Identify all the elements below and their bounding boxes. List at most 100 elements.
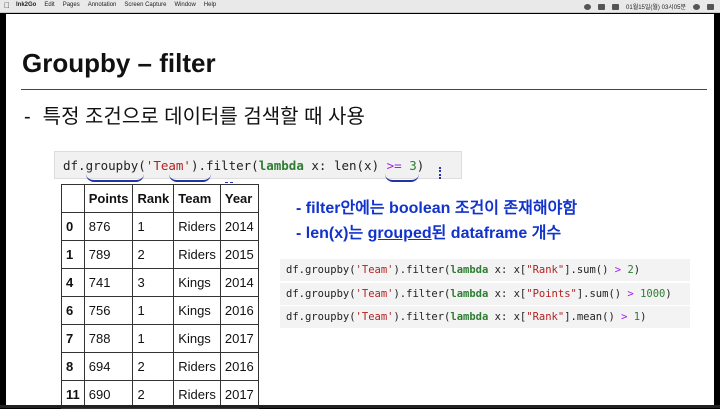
code-line: df.groupby('Team').filter(lambda x: x["P… (280, 283, 690, 305)
code-text: df.groupby( (63, 158, 146, 173)
code-operator: >= (386, 158, 402, 173)
table-cell: 2 (132, 240, 175, 269)
table-cell: 1 (132, 212, 175, 241)
table-cell: 741 (83, 268, 134, 297)
menu-bar:  Ink2Go Edit Pages Annotation Screen Ca… (0, 0, 720, 13)
menu-screen-capture[interactable]: Screen Capture (124, 2, 166, 8)
code-string: "Rank" (526, 264, 565, 276)
table-header-row: Points Rank Team Year (61, 184, 259, 213)
table-row: 0 876 1 Riders 2014 (61, 212, 259, 241)
code-text: ].sum() (576, 288, 628, 300)
menu-annotation[interactable]: Annotation (88, 2, 117, 8)
code-text: ].sum() (564, 264, 615, 276)
clock-text[interactable]: 01월15일(월) 03시05분 (626, 2, 686, 11)
pen-underline (169, 174, 211, 182)
table-cell: 694 (83, 352, 134, 381)
table-row: 6 756 1 Kings 2016 (61, 296, 259, 325)
annotation-note-1: - filter안에는 boolean 조건이 존재해야함 (296, 200, 578, 217)
table-cell: 789 (83, 240, 134, 269)
code-line: df.groupby('Team').filter(lambda x: x["R… (280, 306, 690, 328)
index-cell: 1 (61, 240, 85, 269)
search-icon[interactable] (693, 3, 700, 10)
table-cell: 788 (83, 324, 134, 353)
table-cell: 2016 (219, 352, 259, 381)
code-text: ].mean() (564, 311, 622, 323)
note2-underlined: grouped (367, 225, 432, 242)
table-cell: 3 (132, 268, 175, 297)
code-text: x: len(x) (303, 158, 387, 173)
table-cell: Kings (173, 296, 221, 325)
code-text: df.groupby( (286, 311, 356, 323)
code-keyword: lambda (258, 158, 304, 173)
code-text: ) (633, 264, 641, 276)
table-cell: Riders (173, 212, 221, 241)
code-text: ) (640, 311, 647, 323)
table-cell: 2016 (219, 296, 259, 325)
header-cell: Team (173, 184, 221, 213)
code-text: x: x[ (488, 264, 527, 276)
apple-icon[interactable]:  (4, 1, 10, 10)
menu-edit[interactable]: Edit (44, 2, 54, 8)
table-cell: 1 (132, 324, 175, 353)
menu-pages[interactable]: Pages (63, 2, 80, 8)
index-cell: 6 (61, 296, 85, 325)
code-keyword: lambda (450, 264, 489, 276)
code-string: "Points" (526, 288, 577, 300)
table-cell: 2014 (219, 268, 259, 297)
table-cell: 876 (83, 212, 134, 241)
index-cell: 8 (61, 352, 85, 381)
code-text: x: x[ (488, 288, 527, 300)
code-text: ).filter( (393, 288, 451, 300)
pen-underline (86, 174, 144, 182)
wifi-icon[interactable] (612, 3, 620, 10)
menu-help[interactable]: Help (204, 2, 216, 8)
code-text: ) (416, 158, 425, 173)
code-text: x: x[ (488, 311, 527, 323)
record-icon[interactable] (584, 3, 592, 10)
pen-mark (225, 177, 233, 183)
note2-text: 된 dataframe 개수 (431, 225, 562, 242)
table-cell: 2015 (219, 240, 259, 269)
header-cell (61, 184, 85, 213)
code-number: 3 (409, 158, 417, 173)
table-cell: Riders (173, 240, 221, 269)
status-area: 01월15일(월) 03시05분 (584, 2, 714, 11)
header-cell: Points (83, 184, 134, 213)
code-number: 1000 (640, 288, 666, 300)
header-cell: Year (219, 184, 259, 213)
table-cell: 756 (83, 296, 134, 325)
battery-icon[interactable] (598, 3, 606, 10)
code-string: "Rank" (526, 311, 565, 323)
menu-app[interactable]: Ink2Go (16, 2, 36, 8)
code-line: df.groupby('Team').filter(lambda x: x["R… (280, 259, 690, 281)
index-cell: 0 (61, 212, 85, 241)
code-text: df.groupby( (286, 264, 356, 276)
table-cell: 2017 (219, 324, 259, 353)
menu-window[interactable]: Window (174, 2, 195, 8)
table-row: 4 741 3 Kings 2014 (61, 268, 259, 297)
code-text: ).filter( (190, 158, 259, 173)
slide-title: Groupby – filter (22, 48, 216, 78)
index-cell: 7 (61, 324, 85, 353)
annotation-note-2: - len(x)는 grouped된 dataframe 개수 (296, 219, 561, 243)
note2-text: - len(x)는 (296, 225, 368, 242)
table-row: 7 788 1 Kings 2017 (61, 324, 259, 353)
list-icon[interactable] (707, 3, 714, 10)
pen-underline (385, 174, 419, 182)
code-text: ).filter( (393, 264, 451, 276)
header-cell: Rank (132, 184, 175, 213)
code-text: ).filter( (393, 311, 451, 323)
table-cell: 2014 (219, 212, 259, 241)
table-row: 8 694 2 Riders 2016 (61, 352, 259, 381)
index-cell: 4 (61, 268, 85, 297)
code-string: 'Team' (145, 158, 191, 173)
table-cell: 2 (132, 352, 175, 381)
table-cell: Kings (173, 268, 221, 297)
code-text: ) (665, 288, 672, 300)
code-keyword: lambda (450, 288, 489, 300)
table-row: 1 789 2 Riders 2015 (61, 240, 259, 269)
bullet-text: 특정 조건으로 데이터를 검색할 때 사용 (42, 106, 365, 128)
table-cell: 1 (132, 296, 175, 325)
pen-mark (439, 167, 447, 179)
bullet-dash: - (24, 106, 31, 128)
